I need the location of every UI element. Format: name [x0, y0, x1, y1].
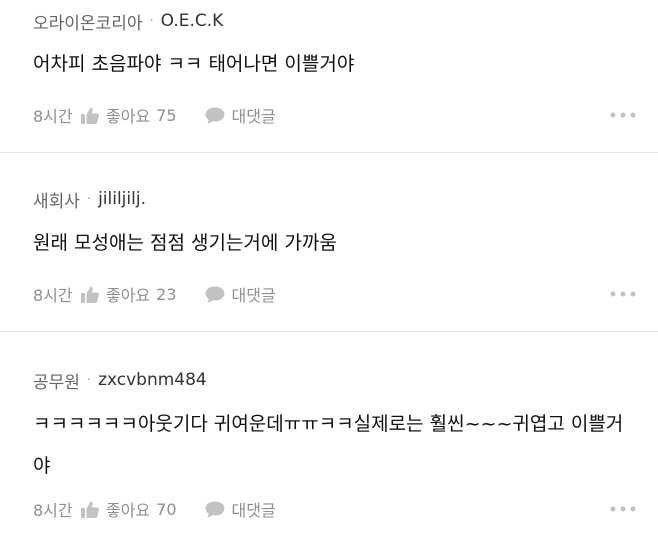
- author-nickname[interactable]: jililjilj.: [98, 189, 146, 209]
- more-options-button[interactable]: [610, 284, 636, 304]
- like-count: 70: [156, 499, 177, 519]
- comment-author: 새회사 · jililjilj.: [33, 186, 146, 212]
- speech-bubble-icon: [205, 286, 225, 303]
- like-button[interactable]: 좋아요 75: [81, 103, 177, 127]
- author-nickname[interactable]: zxcvbnm484: [98, 370, 207, 390]
- like-label: 좋아요: [106, 286, 151, 305]
- more-dots-icon: [610, 112, 636, 118]
- thumbs-up-icon: [81, 107, 99, 124]
- author-company: 공무원: [33, 372, 80, 393]
- author-separator: ·: [86, 191, 92, 207]
- thumbs-up-icon: [81, 286, 99, 303]
- like-label: 좋아요: [106, 107, 151, 126]
- more-dots-icon: [610, 506, 636, 512]
- comment-actions: 8시간 좋아요 70 대댓글: [33, 496, 636, 522]
- like-button[interactable]: 좋아요 23: [81, 282, 177, 306]
- comment-text: ㅋㅋㅋㅋㅋㅋ아웃기다 귀여운데ㅠㅠㅋㅋ실제로는 훨씬~~~귀엽고 이쁠거야: [33, 413, 624, 477]
- like-count: 23: [156, 284, 177, 304]
- comment-actions: 8시간 좋아요 23 대댓글: [33, 281, 636, 307]
- comment-author: 오라이온코리아 · O.E.C.K: [33, 8, 223, 34]
- like-label: 좋아요: [106, 501, 151, 520]
- speech-bubble-icon: [205, 501, 225, 518]
- author-separator: ·: [149, 13, 154, 29]
- reply-label: 대댓글: [231, 107, 276, 126]
- reply-button[interactable]: 대댓글: [205, 103, 276, 127]
- comment-time: 8시간: [33, 286, 73, 305]
- reply-label: 대댓글: [231, 501, 276, 520]
- thumbs-up-icon: [81, 501, 99, 518]
- reply-label: 대댓글: [231, 286, 276, 305]
- comment-item: 공무원 · zxcvbnm484 ㅋㅋㅋㅋㅋㅋ아웃기다 귀여운데ㅠㅠㅋㅋ실제로는…: [0, 332, 658, 535]
- more-options-button[interactable]: [610, 499, 636, 519]
- like-button[interactable]: 좋아요 70: [81, 497, 177, 521]
- author-company: 새회사: [33, 191, 80, 212]
- comment-text: 원래 모성애는 점점 생기는거에 가까움: [33, 232, 337, 254]
- like-count: 75: [156, 105, 177, 125]
- comment-author: 공무원 · zxcvbnm484: [33, 367, 207, 393]
- speech-bubble-icon: [205, 107, 225, 124]
- comment-item: 오라이온코리아 · O.E.C.K 어차피 초음파야 ㅋㅋ 태어나면 이쁠거야 …: [0, 0, 658, 152]
- comment-text: 어차피 초음파야 ㅋㅋ 태어나면 이쁠거야: [33, 53, 355, 75]
- comment-time: 8시간: [33, 107, 73, 126]
- reply-button[interactable]: 대댓글: [205, 282, 276, 306]
- more-dots-icon: [610, 291, 636, 297]
- comment-item: 새회사 · jililjilj. 원래 모성애는 점점 생기는거에 가까움 8시…: [0, 153, 658, 331]
- author-company: 오라이온코리아: [33, 13, 143, 34]
- reply-button[interactable]: 대댓글: [205, 497, 276, 521]
- comment-time: 8시간: [33, 501, 73, 520]
- more-options-button[interactable]: [610, 105, 636, 125]
- comment-actions: 8시간 좋아요 75 대댓글: [33, 102, 636, 128]
- author-separator: ·: [86, 372, 92, 388]
- author-nickname[interactable]: O.E.C.K: [161, 11, 224, 31]
